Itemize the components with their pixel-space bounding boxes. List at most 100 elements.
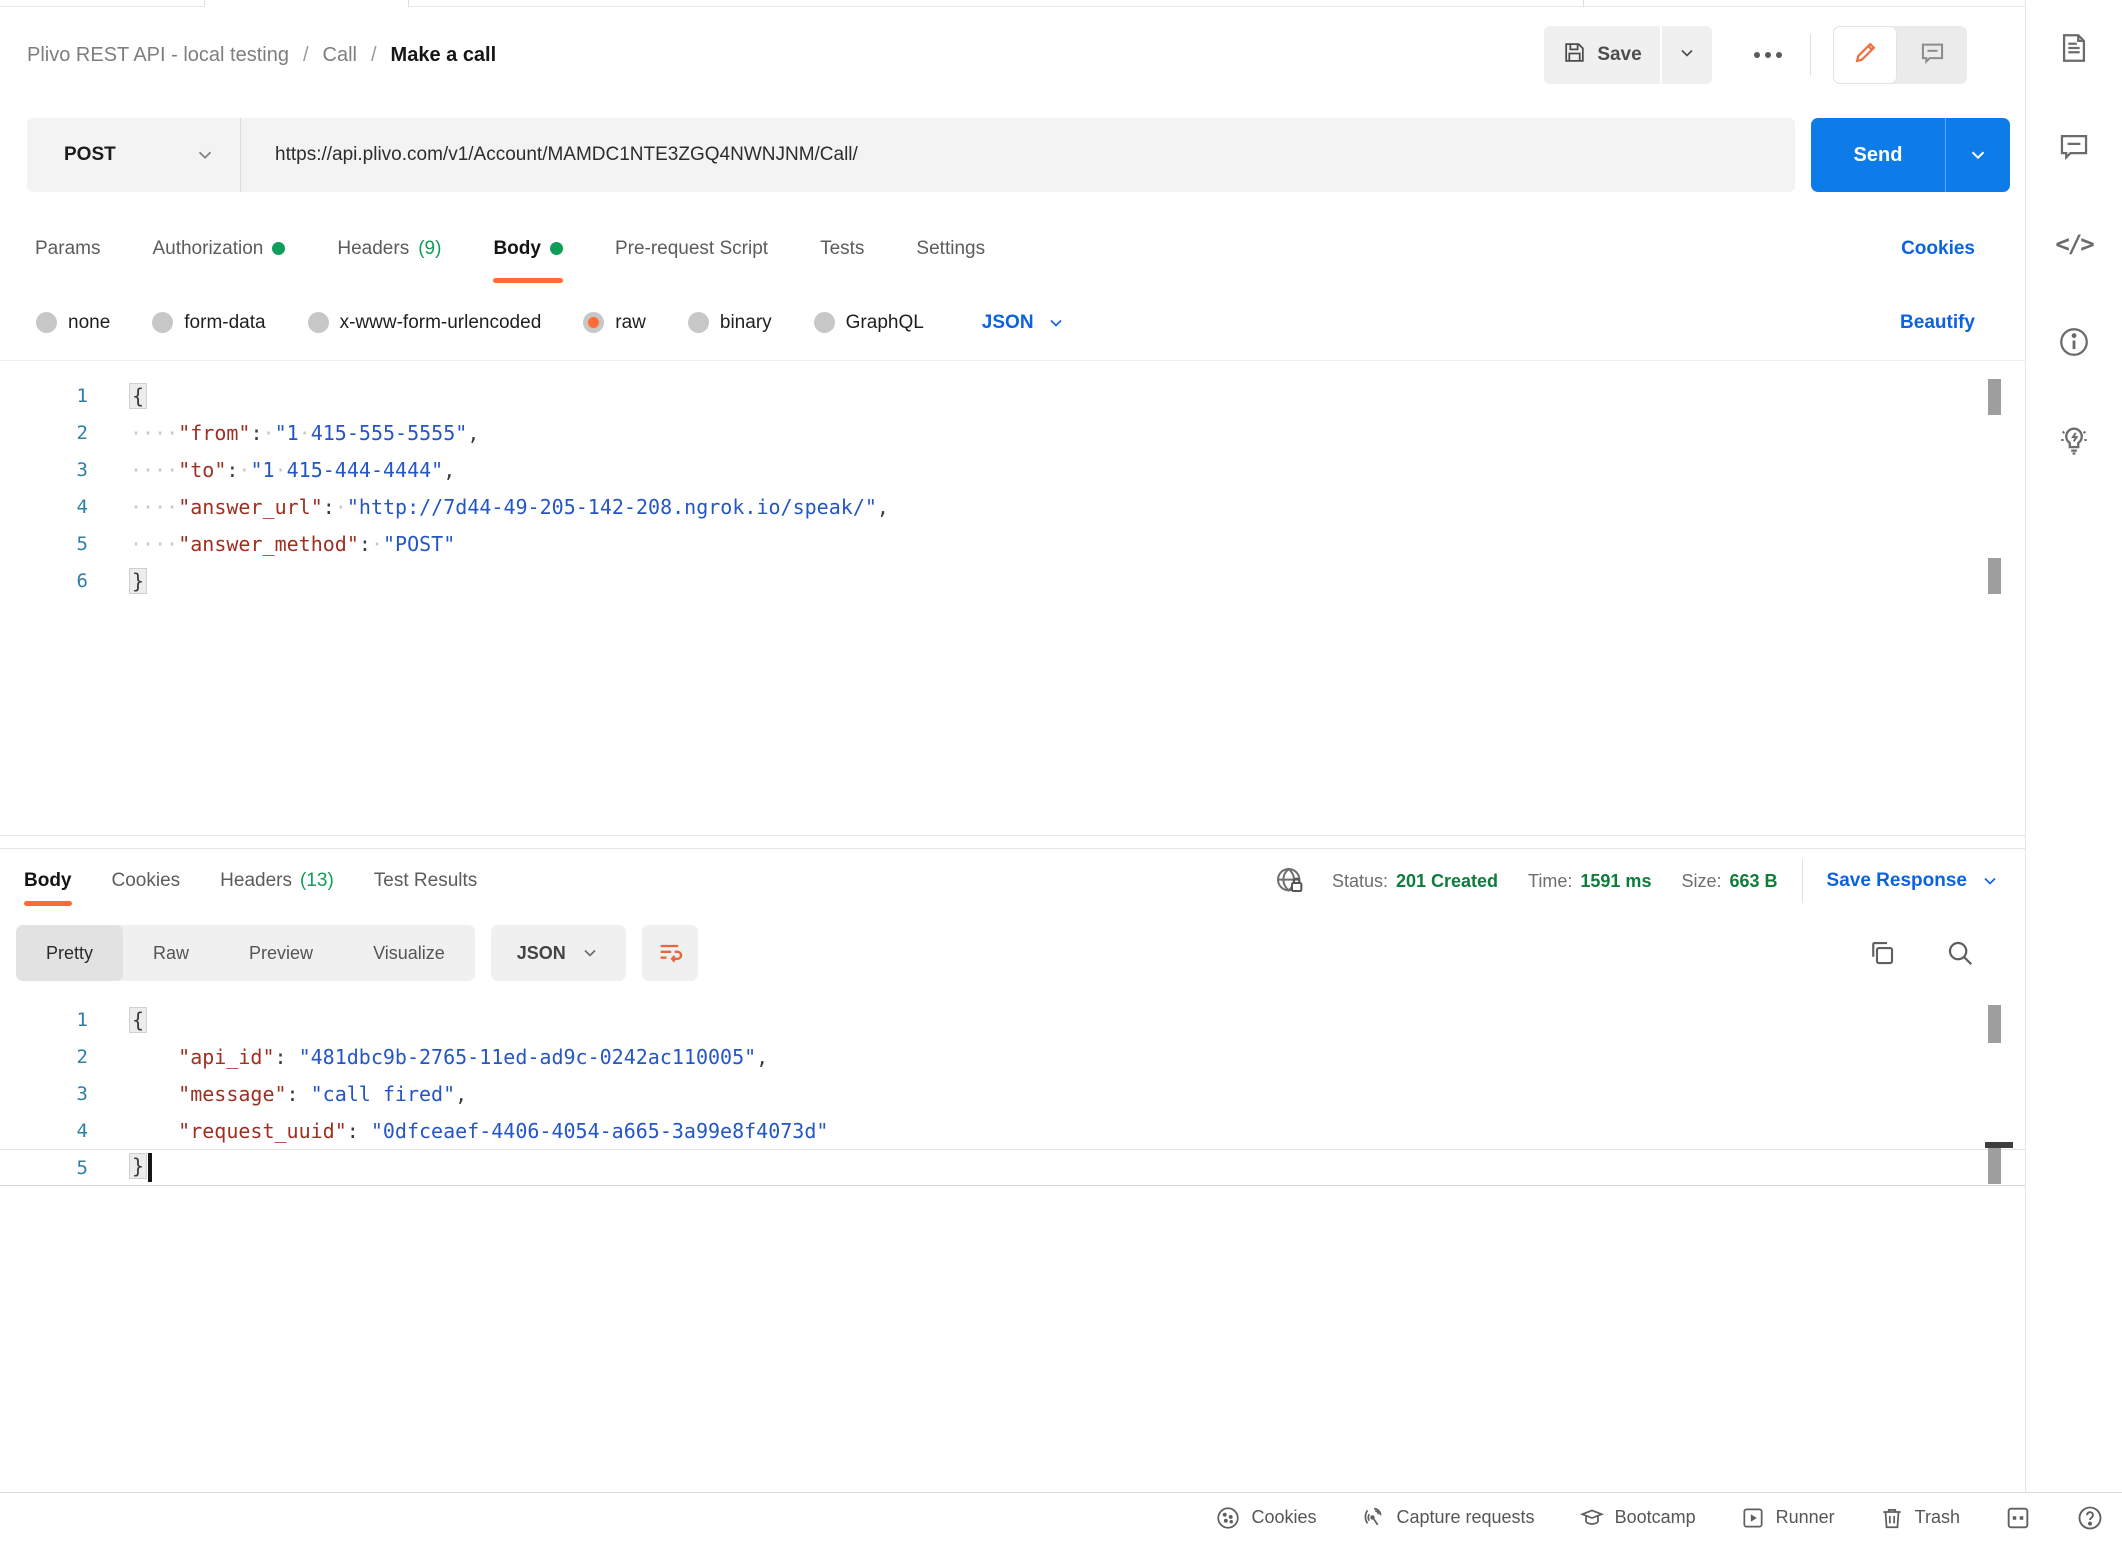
breadcrumb-folder[interactable]: Call	[323, 44, 357, 67]
footer-label: Trash	[1915, 1507, 1960, 1528]
tab-tests[interactable]: Tests	[820, 212, 864, 285]
info-icon[interactable]	[2054, 322, 2094, 362]
time-value[interactable]: 1591 ms	[1580, 871, 1651, 892]
send-button[interactable]: Send	[1811, 118, 1946, 192]
send-options-button[interactable]	[1946, 118, 2010, 192]
code-snippet-icon[interactable]: </>	[2054, 224, 2094, 264]
line-number: 1	[0, 1009, 100, 1031]
tab-label: Body	[493, 238, 541, 260]
view-mode-pretty[interactable]: Pretty	[16, 925, 123, 981]
panel-layout-button[interactable]	[2004, 1504, 2032, 1532]
cookies-link[interactable]: Cookies	[1901, 238, 1975, 260]
bootcamp-icon	[1579, 1505, 1605, 1531]
more-actions-button[interactable]	[1740, 26, 1796, 84]
footer-label: Bootcamp	[1615, 1507, 1696, 1528]
context-sidebar: </>	[2025, 0, 2122, 1492]
breadcrumb-request-name[interactable]: Make a call	[391, 44, 497, 67]
tab-headers[interactable]: Headers(9)	[337, 212, 441, 285]
save-button[interactable]: Save	[1544, 26, 1660, 84]
search-response-button[interactable]	[1945, 938, 1975, 968]
changelog-bulb-icon[interactable]	[2054, 420, 2094, 460]
request-header-bar: Plivo REST API - local testing / Call / …	[0, 7, 2025, 103]
tab-label: Headers	[220, 870, 292, 892]
header-divider	[1810, 34, 1811, 76]
tab-params[interactable]: Params	[35, 212, 100, 285]
body-type-raw[interactable]: raw	[583, 312, 646, 334]
bootcamp-button[interactable]: Bootcamp	[1579, 1505, 1696, 1531]
trash-button[interactable]: Trash	[1879, 1505, 1960, 1531]
line-number: 3	[0, 459, 100, 481]
body-type-x-www-form-urlencoded[interactable]: x-www-form-urlencoded	[308, 312, 542, 334]
configured-dot	[550, 242, 563, 255]
save-icon	[1562, 40, 1587, 71]
tab-authorization[interactable]: Authorization	[152, 212, 285, 285]
response-language-select[interactable]: JSON	[491, 925, 626, 981]
response-tab-headers[interactable]: Headers(13)	[220, 850, 334, 912]
request-body-editor[interactable]: 1{2····"from":·"1·415-555-5555",3····"to…	[0, 360, 2025, 835]
scrollbar-marker[interactable]	[1988, 558, 2001, 594]
code-line: 1{	[0, 377, 2025, 414]
network-globe-lock-icon[interactable]	[1274, 865, 1306, 897]
body-type-binary[interactable]: binary	[688, 312, 772, 334]
code-line: 1{	[0, 1001, 2025, 1038]
comments-button[interactable]	[1897, 26, 1967, 84]
method-select[interactable]: POST	[27, 118, 241, 192]
size-label: Size:	[1681, 871, 1721, 892]
tab-body[interactable]: Body	[493, 212, 563, 285]
tab-label: Cookies	[112, 870, 181, 892]
capture-requests-button[interactable]: Capture requests	[1360, 1505, 1534, 1531]
view-mode-raw[interactable]: Raw	[123, 925, 219, 981]
code-text: "message": "call fired",	[100, 1082, 467, 1106]
edit-mode-button[interactable]	[1833, 26, 1897, 84]
response-tab-cookies[interactable]: Cookies	[112, 850, 181, 912]
breadcrumb-collection[interactable]: Plivo REST API - local testing	[27, 44, 289, 67]
language-label: JSON	[982, 312, 1034, 334]
tab-label: Test Results	[374, 870, 477, 892]
response-body-editor[interactable]: 1{2 "api_id": "481dbc9b-2765-11ed-ad9c-0…	[0, 1000, 2025, 1489]
beautify-link[interactable]: Beautify	[1900, 312, 1975, 334]
save-options-button[interactable]	[1662, 26, 1712, 84]
wrap-text-button[interactable]	[642, 925, 698, 981]
tab-settings[interactable]: Settings	[916, 212, 985, 285]
scrollbar-thumb[interactable]	[1988, 379, 2001, 415]
pane-splitter[interactable]	[0, 835, 2025, 849]
view-mode-preview[interactable]: Preview	[219, 925, 343, 981]
meta-divider	[1802, 859, 1803, 903]
raw-language-select[interactable]: JSON	[982, 312, 1066, 334]
scrollbar-marker[interactable]	[1988, 1148, 2001, 1184]
breadcrumb-separator: /	[371, 44, 377, 67]
line-number: 2	[0, 422, 100, 444]
comments-icon[interactable]	[2054, 126, 2094, 166]
line-number: 4	[0, 1120, 100, 1142]
cookies-manager-button[interactable]: Cookies	[1215, 1505, 1316, 1531]
code-line: 2 "api_id": "481dbc9b-2765-11ed-ad9c-024…	[0, 1038, 2025, 1075]
response-toolbar: Pretty Raw Preview Visualize JSON	[0, 918, 2025, 988]
chevron-down-icon	[1046, 313, 1066, 333]
view-mode-visualize[interactable]: Visualize	[343, 925, 475, 981]
help-button[interactable]	[2076, 1504, 2104, 1532]
line-number: 3	[0, 1083, 100, 1105]
url-input[interactable]: https://api.plivo.com/v1/Account/MAMDC1N…	[241, 144, 1795, 166]
line-number: 2	[0, 1046, 100, 1068]
body-type-graphql[interactable]: GraphQL	[814, 312, 924, 334]
code-text: ····"to":·"1·415-444-4444",	[100, 458, 455, 482]
size-value[interactable]: 663 B	[1729, 871, 1777, 892]
response-tab-body[interactable]: Body	[24, 850, 72, 912]
copy-response-button[interactable]	[1867, 938, 1897, 968]
documentation-icon[interactable]	[2054, 28, 2094, 68]
tab-pre-request-script[interactable]: Pre-request Script	[615, 212, 768, 285]
save-response-button[interactable]: Save Response	[1827, 870, 2000, 892]
scrollbar-thumb[interactable]	[1988, 1005, 2001, 1043]
response-editor-lines: 1{2 "api_id": "481dbc9b-2765-11ed-ad9c-0…	[0, 1001, 2025, 1186]
panel-layout-icon	[2004, 1504, 2032, 1532]
runner-button[interactable]: Runner	[1740, 1505, 1835, 1531]
radio-icon	[308, 312, 329, 333]
tab-label: Pre-request Script	[615, 238, 768, 260]
body-type-none[interactable]: none	[36, 312, 110, 334]
body-type-form-data[interactable]: form-data	[152, 312, 265, 334]
code-line: 5}	[0, 1149, 2025, 1186]
radio-label: raw	[615, 312, 646, 334]
line-number: 6	[0, 570, 100, 592]
response-tab-test-results[interactable]: Test Results	[374, 850, 477, 912]
status-value[interactable]: 201 Created	[1396, 871, 1498, 892]
